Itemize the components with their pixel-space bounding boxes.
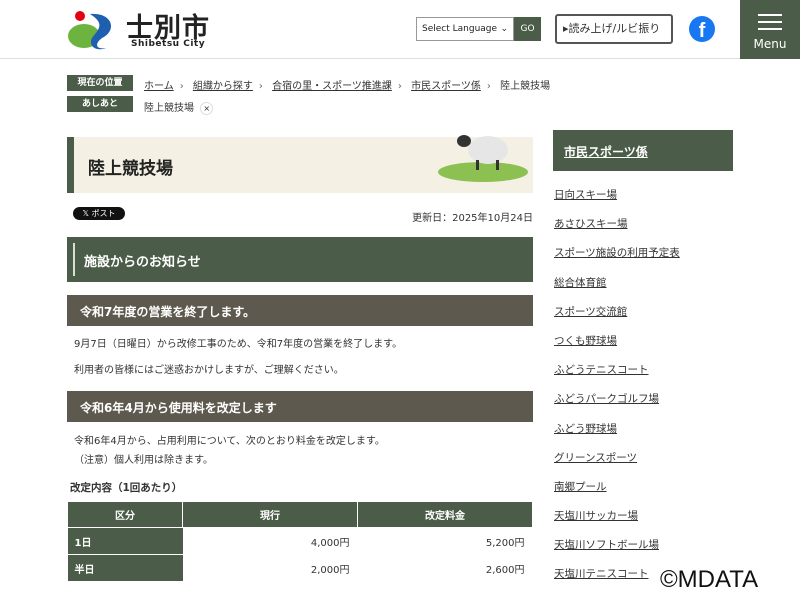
table-header: 区分 [67, 501, 183, 528]
breadcrumb-current: 陸上競技場 [500, 81, 551, 92]
sidebar-item[interactable]: つくも野球場 [554, 333, 734, 362]
table-caption: 改定内容（1回あたり） [70, 482, 183, 494]
table-cell: 2,600円 [357, 554, 533, 582]
menu-label: Menu [753, 37, 787, 51]
hamburger-icon [758, 28, 782, 30]
sidebar-item[interactable]: スポーツ施設の利用予定表 [554, 245, 734, 274]
x-post-button[interactable]: 𝕏 ポスト [73, 207, 125, 220]
table-cell: 5,200円 [357, 527, 533, 555]
city-name-sub: Shibetsu City [131, 39, 206, 49]
close-icon[interactable]: × [200, 102, 214, 115]
table-header-row: 区分 現行 改定料金 [67, 501, 533, 528]
sidebar-item[interactable]: 天塩川サッカー場 [554, 508, 734, 537]
sidebar-item[interactable]: 南郷プール [554, 479, 734, 508]
notice-text: 9月7日（日曜日）から改修工事のため、令和7年度の営業を終了します。 [74, 339, 403, 350]
section-heading: 施設からのお知らせ [67, 237, 533, 282]
watermark: ©MDATA [660, 566, 759, 593]
footprint: 陸上競技場 × [144, 99, 214, 115]
breadcrumb-org[interactable]: 組織から探す [193, 81, 253, 92]
sidebar-item[interactable]: ふどうテニスコート [554, 362, 734, 391]
table-cell: 2,000円 [182, 554, 358, 582]
sidebar-item[interactable]: ふどうパークゴルフ場 [554, 391, 734, 420]
sidebar-item[interactable]: スポーツ交流館 [554, 304, 734, 333]
notice-text: 令和6年4月から、占用利用について、次のとおり料金を改定します。 [74, 436, 385, 447]
updated-date: 更新日：2025年10月24日 [412, 213, 533, 224]
sidebar-item[interactable]: 日向スキー場 [554, 187, 734, 216]
footprint-item[interactable]: 陸上競技場 [144, 103, 194, 114]
hamburger-icon [758, 14, 782, 16]
sidebar-item[interactable]: グリーンスポーツ [554, 450, 734, 479]
breadcrumb: ホーム › 組織から探す › 合宿の里・スポーツ推進課 › 市民スポーツ係 › 陸上競技… [144, 81, 551, 92]
notice-text: 利用者の皆様にはご迷惑おかけしますが、ご理解ください。 [74, 365, 344, 376]
sidebar-title[interactable]: 市民スポーツ係 [553, 130, 733, 171]
go-button[interactable]: GO [514, 17, 541, 41]
footprint-label: あしあと [67, 96, 133, 112]
breadcrumb-label: 現在の位置 [67, 75, 133, 91]
table-header: 改定料金 [357, 501, 533, 528]
table-cell: 半日 [67, 554, 183, 582]
read-aloud-button[interactable]: ▸読み上げ/ルビ振り [555, 14, 673, 44]
table-cell: 4,000円 [182, 527, 358, 555]
notice-text: （注意）個人利用は除きます。 [74, 455, 213, 466]
chevron-down-icon: ⌄ [500, 24, 508, 34]
menu-button[interactable]: Menu [740, 0, 800, 59]
table-cell: 1日 [67, 527, 183, 555]
notice-heading: 令和7年度の営業を終了します。 [67, 295, 533, 326]
sidebar-item[interactable]: あさひスキー場 [554, 216, 734, 245]
facebook-icon[interactable]: f [689, 16, 715, 42]
language-select-value: Select Language [422, 24, 498, 34]
site-header: 士別市 Shibetsu City Select Language ⌄ GO ▸読… [0, 0, 800, 59]
language-select[interactable]: Select Language ⌄ [416, 17, 514, 41]
sheep-illustration-icon [438, 135, 528, 182]
breadcrumb-dept[interactable]: 合宿の里・スポーツ推進課 [272, 81, 392, 92]
table-row: 半日 2,000円 2,600円 [67, 554, 533, 582]
notice-heading: 令和6年4月から使用料を改定します [67, 391, 533, 422]
city-logo-icon[interactable] [66, 8, 118, 50]
table-row: 1日 4,000円 5,200円 [67, 527, 533, 555]
table-header: 現行 [182, 501, 358, 528]
hamburger-icon [758, 21, 782, 23]
sidebar-item[interactable]: 総合体育館 [554, 275, 734, 304]
fee-table: 区分 現行 改定料金 1日 4,000円 5,200円 半日 2,000円 2,… [67, 501, 533, 582]
sidebar-item[interactable]: ふどう野球場 [554, 421, 734, 450]
breadcrumb-section[interactable]: 市民スポーツ係 [411, 81, 481, 92]
sidebar-item[interactable]: 天塩川ソフトボール場 [554, 537, 734, 566]
breadcrumb-home[interactable]: ホーム [144, 81, 174, 92]
sidebar-list: 日向スキー場 あさひスキー場 スポーツ施設の利用予定表 総合体育館 スポーツ交流… [554, 187, 734, 596]
